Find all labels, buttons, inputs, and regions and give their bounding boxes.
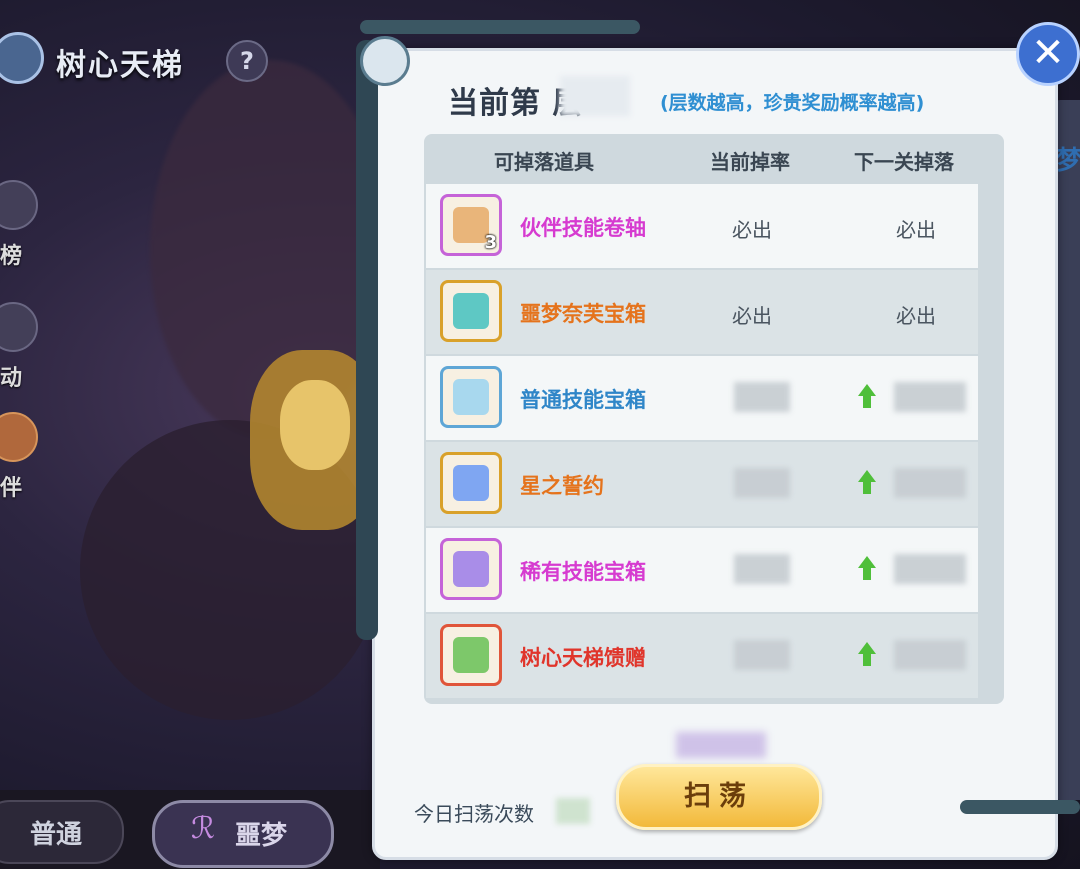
- game-title: 树心天梯: [56, 48, 184, 83]
- current-rate: 必出: [732, 218, 772, 242]
- gem-ornament-icon: [360, 36, 410, 86]
- item-count: 3: [484, 232, 497, 253]
- table-row: 普通技能宝箱: [426, 356, 978, 440]
- sweep-count-mask: [556, 798, 590, 824]
- current-rate-mask: [734, 554, 790, 584]
- table-row: 星之誓约: [426, 442, 978, 526]
- floor-number-mask: [560, 76, 630, 116]
- table-row: 噩梦奈芙宝箱 必出 必出: [426, 270, 978, 354]
- sweep-count-label: 今日扫荡次数: [414, 802, 534, 826]
- mode-normal-button[interactable]: 普通: [0, 800, 124, 864]
- column-header-current-rate: 当前掉率: [710, 150, 790, 174]
- vine-decoration-bottom: [960, 800, 1080, 814]
- column-header-next-drop: 下一关掉落: [854, 150, 954, 174]
- game-title-bar: 树心天梯 ?: [0, 22, 290, 92]
- current-rate: 必出: [732, 304, 772, 328]
- item-image: [453, 465, 489, 501]
- item-name: 伙伴技能卷轴: [520, 216, 646, 240]
- star-emblem-icon: [0, 32, 44, 84]
- item-name: 树心天梯馈赠: [520, 646, 646, 670]
- item-image: [453, 637, 489, 673]
- next-drop-mask: [894, 554, 966, 584]
- close-button[interactable]: ✕: [1016, 22, 1080, 86]
- next-drop: 必出: [896, 304, 936, 328]
- current-rate-mask: [734, 382, 790, 412]
- table-row: 稀有技能宝箱: [426, 528, 978, 612]
- item-icon[interactable]: [440, 624, 502, 686]
- column-header-item: 可掉落道具: [494, 150, 594, 174]
- next-drop-mask: [894, 640, 966, 670]
- sweep-button[interactable]: 扫荡: [616, 764, 822, 830]
- vine-decoration-left: [356, 40, 378, 640]
- side-label-ranking: 榜: [0, 244, 23, 269]
- sweep-mask: [676, 732, 766, 758]
- item-name: 稀有技能宝箱: [520, 560, 646, 584]
- edge-text: 梦: [1056, 146, 1080, 176]
- item-image: [453, 551, 489, 587]
- nightmare-icon: ℛ: [191, 811, 215, 846]
- vine-decoration-top: [360, 20, 640, 34]
- mode-nightmare-button[interactable]: ℛ 噩梦: [152, 800, 334, 868]
- side-label-activity: 动: [0, 366, 23, 391]
- item-name: 噩梦奈芙宝箱: [520, 302, 646, 326]
- item-icon[interactable]: [440, 366, 502, 428]
- ladder-node-core[interactable]: [280, 380, 350, 470]
- item-icon[interactable]: [440, 280, 502, 342]
- help-button[interactable]: ?: [226, 40, 268, 82]
- table-row: 3 伙伴技能卷轴 必出 必出: [426, 184, 978, 268]
- next-drop-mask: [894, 468, 966, 498]
- item-icon[interactable]: [440, 538, 502, 600]
- item-name: 普通技能宝箱: [520, 388, 646, 412]
- mode-normal-label: 普通: [30, 820, 83, 850]
- item-image: [453, 379, 489, 415]
- table-row: 树心天梯馈赠: [426, 614, 978, 698]
- item-icon[interactable]: [440, 452, 502, 514]
- current-rate-mask: [734, 640, 790, 670]
- current-rate-mask: [734, 468, 790, 498]
- next-drop-mask: [894, 382, 966, 412]
- floor-hint: (层数越高，珍贵奖励概率越高): [660, 92, 925, 114]
- mode-nightmare-label: 噩梦: [235, 821, 288, 851]
- item-icon[interactable]: 3: [440, 194, 502, 256]
- item-image: [453, 293, 489, 329]
- side-label-partner: 伴: [0, 476, 23, 501]
- item-name: 星之誓约: [520, 474, 604, 498]
- next-drop: 必出: [896, 218, 936, 242]
